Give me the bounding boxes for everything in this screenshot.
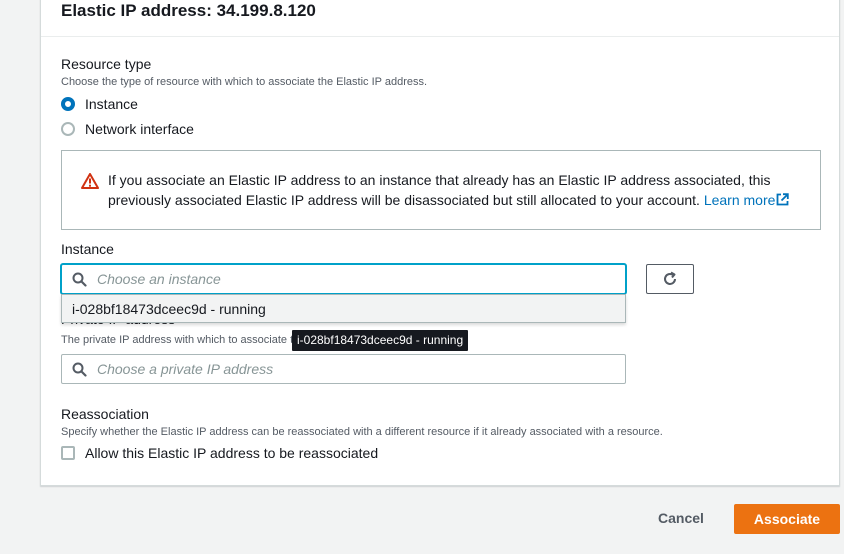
private-ip-placeholder: Choose a private IP address	[97, 361, 274, 377]
instance-select-placeholder: Choose an instance	[97, 271, 221, 287]
instance-dropdown: i-028bf18473dceec9d - running	[61, 294, 626, 323]
associate-eip-panel: Elastic IP address: 34.199.8.120 Resourc…	[40, 0, 840, 486]
alert-message: If you associate an Elastic IP address t…	[108, 170, 808, 210]
refresh-icon	[664, 271, 676, 285]
reassociation-checkbox[interactable]	[61, 446, 75, 460]
instance-select[interactable]: Choose an instance	[61, 264, 626, 294]
alert-text: If you associate an Elastic IP address t…	[108, 172, 771, 208]
private-ip-select[interactable]: Choose a private IP address	[61, 354, 626, 384]
associate-button[interactable]: Associate	[734, 504, 840, 534]
external-link-icon	[777, 193, 790, 206]
private-ip-description: The private IP address with which to ass…	[61, 334, 296, 346]
resource-type-description: Choose the type of resource with which t…	[61, 76, 428, 88]
search-icon	[72, 272, 87, 287]
radio-instance-label[interactable]: Instance	[85, 96, 138, 112]
reassociation-description: Specify whether the Elastic IP address c…	[61, 426, 663, 438]
refresh-button[interactable]	[646, 264, 694, 294]
warning-alert: If you associate an Elastic IP address t…	[61, 150, 821, 230]
warning-icon	[81, 173, 99, 189]
radio-instance[interactable]: Instance	[61, 95, 138, 113]
reassociation-label: Reassociation	[61, 406, 149, 422]
search-icon	[72, 362, 87, 377]
instance-option[interactable]: i-028bf18473dceec9d - running	[72, 301, 266, 317]
learn-more-link[interactable]: Learn more	[704, 192, 790, 208]
panel-header: Elastic IP address: 34.199.8.120	[41, 0, 839, 37]
resource-type-label: Resource type	[61, 56, 152, 72]
instance-tooltip: i-028bf18473dceec9d - running	[292, 330, 469, 351]
reassociation-checkbox-row[interactable]: Allow this Elastic IP address to be reas…	[61, 445, 378, 461]
radio-network-interface-label[interactable]: Network interface	[85, 121, 194, 137]
cancel-button[interactable]: Cancel	[658, 510, 704, 526]
instance-label: Instance	[61, 241, 114, 257]
radio-network-interface-control[interactable]	[61, 122, 75, 136]
page-title: Elastic IP address: 34.199.8.120	[61, 1, 316, 20]
radio-network-interface[interactable]: Network interface	[61, 120, 194, 138]
reassociation-checkbox-label[interactable]: Allow this Elastic IP address to be reas…	[85, 445, 378, 461]
radio-instance-control[interactable]	[61, 97, 75, 111]
